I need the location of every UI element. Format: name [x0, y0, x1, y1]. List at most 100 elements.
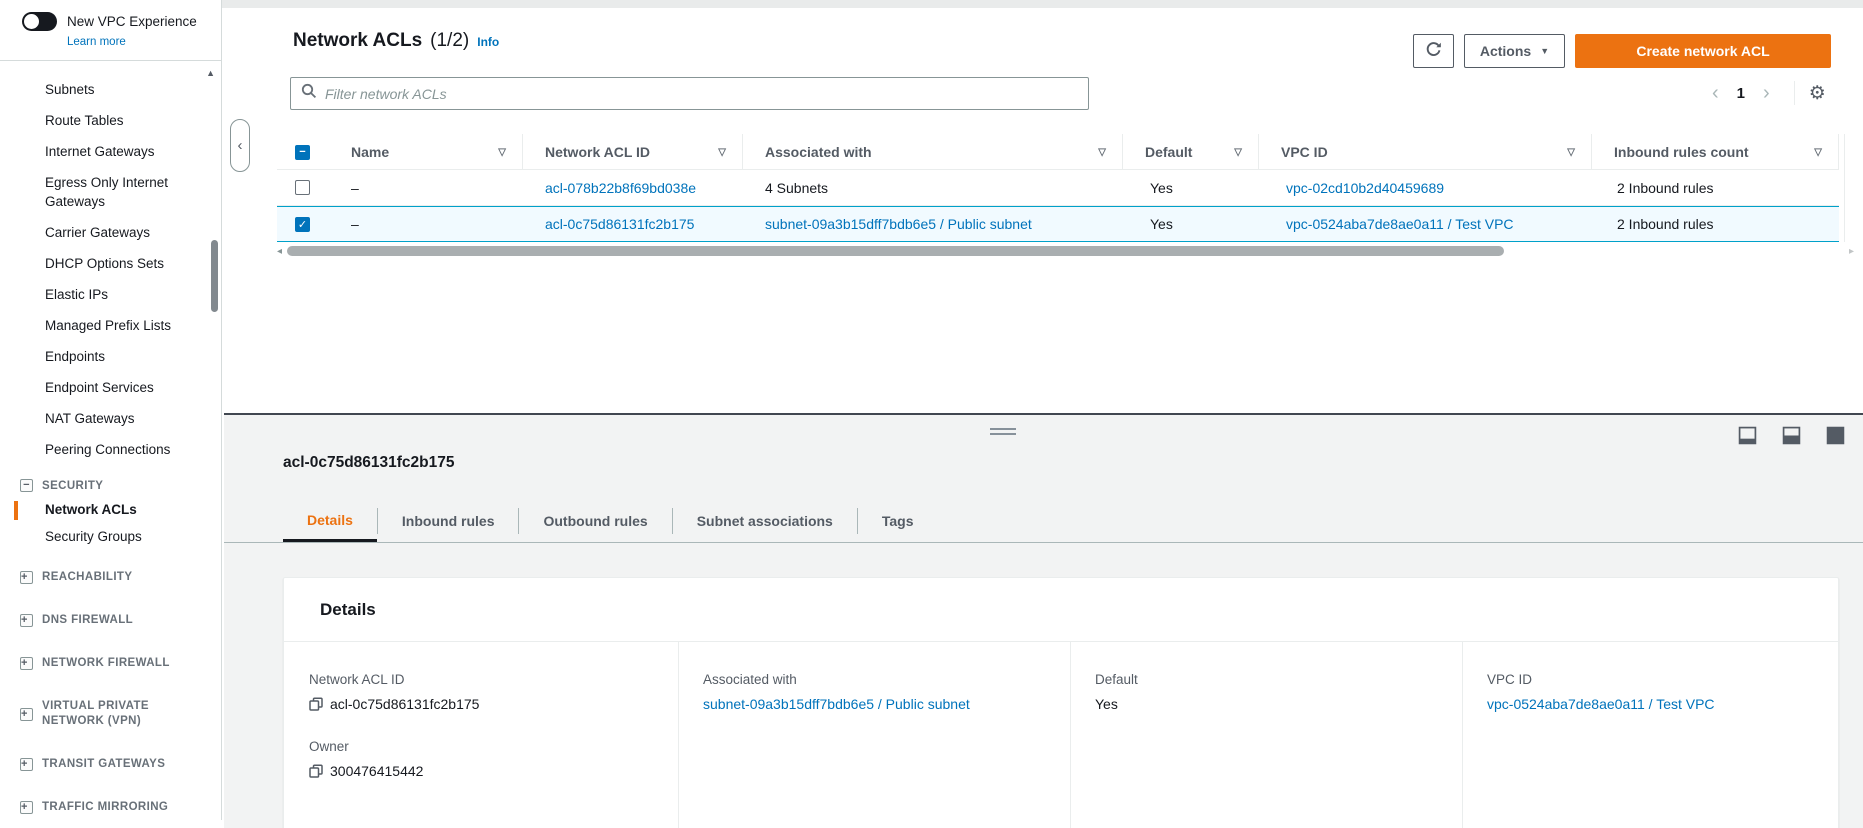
vpc-id-label: VPC ID — [1487, 672, 1533, 687]
scroll-left-icon[interactable]: ◂ — [277, 246, 282, 257]
expand-section-icon[interactable]: + — [20, 571, 33, 584]
sidebar-item-egress-only-internet-gateways[interactable]: Egress Only Internet Gateways — [0, 167, 200, 217]
actions-button[interactable]: Actions ▼ — [1464, 34, 1565, 68]
tab-inbound-rules[interactable]: Inbound rules — [378, 500, 519, 542]
vpc-id-link[interactable]: vpc-0524aba7de8ae0a11 / Test VPC — [1487, 696, 1715, 712]
sidebar-scroll-up-icon[interactable]: ▲ — [206, 68, 215, 78]
horizontal-scrollbar-thumb[interactable] — [287, 246, 1504, 256]
sidebar-item-dhcp-options-sets[interactable]: DHCP Options Sets — [0, 248, 205, 279]
sidebar-section-transit-gateways[interactable]: + TRANSIT GATEWAYS — [0, 757, 205, 772]
sort-icon[interactable]: ▽ — [718, 147, 726, 158]
vpc-id-link[interactable]: vpc-02cd10b2d40459689 — [1286, 180, 1444, 196]
table-row[interactable]: – acl-078b22b8f69bd038e 4 Subnets Yes vp… — [277, 170, 1839, 206]
sidebar-section-security[interactable]: − SECURITY — [0, 479, 205, 492]
tab-details[interactable]: Details — [283, 500, 377, 542]
vpc-console-screen: New VPC Experience Learn more ▲ Subnets … — [0, 0, 1863, 828]
next-page-icon[interactable]: › — [1751, 83, 1782, 103]
active-item-bar — [14, 501, 18, 520]
sidebar-item-network-acls[interactable]: Network ACLs — [0, 496, 205, 523]
column-header-inbound-rules-count[interactable]: Inbound rules count ▽ — [1592, 134, 1839, 170]
column-header-associated-with[interactable]: Associated with ▽ — [743, 134, 1123, 170]
network-acl-id-link[interactable]: acl-078b22b8f69bd038e — [545, 180, 696, 196]
sidebar-item-route-tables[interactable]: Route Tables — [0, 105, 205, 136]
pagination: ‹ 1 › ⚙ — [1700, 80, 1839, 106]
detail-panel-title: acl-0c75d86131fc2b175 — [283, 454, 455, 471]
header-buttons: Actions ▼ Create network ACL — [1413, 34, 1831, 68]
column-header-vpc-id[interactable]: VPC ID ▽ — [1259, 134, 1592, 170]
vpc-id-link[interactable]: vpc-0524aba7de8ae0a11 / Test VPC — [1286, 216, 1514, 232]
expand-section-icon[interactable]: + — [20, 801, 33, 814]
sidebar-item-internet-gateways[interactable]: Internet Gateways — [0, 136, 205, 167]
network-acl-id-link[interactable]: acl-0c75d86131fc2b175 — [545, 216, 694, 232]
sidebar-section-dns-firewall[interactable]: + DNS FIREWALL — [0, 613, 205, 628]
refresh-button[interactable] — [1413, 34, 1454, 68]
page-title: Network ACLs — [293, 30, 423, 51]
column-header-network-acl-id[interactable]: Network ACL ID ▽ — [523, 134, 743, 170]
expand-section-icon[interactable]: + — [20, 707, 33, 721]
collapse-section-icon[interactable]: − — [20, 479, 33, 492]
sidebar-item-managed-prefix-lists[interactable]: Managed Prefix Lists — [0, 310, 205, 341]
tab-outbound-rules[interactable]: Outbound rules — [519, 500, 671, 542]
new-vpc-experience-toggle[interactable] — [22, 12, 57, 31]
tab-subnet-associations[interactable]: Subnet associations — [673, 500, 857, 542]
panel-half-icon[interactable] — [1782, 426, 1801, 445]
sidebar-section-reachability[interactable]: + REACHABILITY — [0, 570, 205, 585]
scroll-right-icon[interactable]: ▸ — [1849, 246, 1854, 257]
sort-icon[interactable]: ▽ — [1814, 147, 1822, 158]
sidebar-section-network-firewall[interactable]: + NETWORK FIREWALL — [0, 656, 205, 671]
column-header-default[interactable]: Default ▽ — [1123, 134, 1259, 170]
header-checkbox-cell: − — [277, 144, 329, 160]
sidebar-item-carrier-gateways[interactable]: Carrier Gateways — [0, 217, 205, 248]
default-label: Default — [1095, 672, 1138, 687]
sort-icon[interactable]: ▽ — [498, 147, 506, 158]
associated-with-link[interactable]: subnet-09a3b15dff7bdb6e5 / Public subnet — [703, 696, 970, 712]
sidebar-item-endpoints[interactable]: Endpoints — [0, 341, 205, 372]
details-column-3: Default Yes — [1070, 642, 1462, 828]
associated-with-value[interactable]: 4 Subnets — [765, 179, 829, 196]
cell-default: Yes — [1150, 179, 1173, 196]
column-header-name[interactable]: Name ▽ — [329, 134, 523, 170]
sidebar-item-endpoint-services[interactable]: Endpoint Services — [0, 372, 205, 403]
current-page[interactable]: 1 — [1731, 85, 1751, 102]
row-checkbox[interactable] — [295, 180, 310, 195]
associated-with-link[interactable]: subnet-09a3b15dff7bdb6e5 / Public subnet — [765, 216, 1032, 232]
sidebar: New VPC Experience Learn more ▲ Subnets … — [0, 0, 222, 820]
expand-section-icon[interactable]: + — [20, 758, 33, 771]
cell-default: Yes — [1150, 216, 1173, 232]
sidebar-item-subnets[interactable]: Subnets — [0, 74, 205, 105]
table-row-selected[interactable]: ✓ – acl-0c75d86131fc2b175 subnet-09a3b15… — [277, 206, 1839, 242]
sort-icon[interactable]: ▽ — [1567, 147, 1575, 158]
create-network-acl-button[interactable]: Create network ACL — [1575, 34, 1831, 68]
sidebar-item-elastic-ips[interactable]: Elastic IPs — [0, 279, 205, 310]
learn-more-link[interactable]: Learn more — [67, 36, 126, 48]
copy-icon[interactable] — [309, 697, 323, 711]
filter-input[interactable] — [325, 85, 1078, 102]
chevron-down-icon: ▼ — [1540, 46, 1550, 56]
sidebar-scrollbar-thumb[interactable] — [211, 240, 218, 312]
sidebar-item-nat-gateways[interactable]: NAT Gateways — [0, 403, 205, 434]
cell-inbound-rules: 2 Inbound rules — [1617, 179, 1714, 196]
panel-collapse-icon[interactable] — [1738, 426, 1757, 445]
tab-tags[interactable]: Tags — [858, 500, 938, 542]
expand-section-icon[interactable]: + — [20, 614, 33, 627]
sort-icon[interactable]: ▽ — [1098, 147, 1106, 158]
sidebar-collapse-handle[interactable]: ‹ — [230, 119, 250, 172]
row-checkbox-checked[interactable]: ✓ — [295, 216, 310, 232]
details-column-4: VPC ID vpc-0524aba7de8ae0a11 / Test VPC — [1462, 642, 1838, 828]
gear-icon[interactable]: ⚙ — [1809, 82, 1826, 105]
details-column-2: Associated with subnet-09a3b15dff7bdb6e5… — [678, 642, 1070, 828]
expand-section-icon[interactable]: + — [20, 657, 33, 670]
panel-maximize-icon[interactable] — [1826, 426, 1845, 445]
info-link[interactable]: Info — [477, 35, 499, 49]
sidebar-section-vpn[interactable]: + VIRTUAL PRIVATE NETWORK (VPN) — [0, 699, 205, 729]
sidebar-item-peering-connections[interactable]: Peering Connections — [0, 434, 205, 465]
previous-page-icon[interactable]: ‹ — [1700, 83, 1731, 103]
copy-icon[interactable] — [309, 764, 323, 778]
sort-icon[interactable]: ▽ — [1234, 147, 1242, 158]
sidebar-section-traffic-mirroring[interactable]: + TRAFFIC MIRRORING — [0, 800, 205, 815]
select-all-checkbox[interactable]: − — [295, 144, 310, 160]
sidebar-item-security-groups[interactable]: Security Groups — [0, 523, 205, 550]
owner-value: 300476415442 — [330, 763, 424, 779]
split-drag-handle[interactable] — [990, 428, 1016, 438]
page-header: Network ACLs (1/2) Info — [293, 30, 499, 52]
